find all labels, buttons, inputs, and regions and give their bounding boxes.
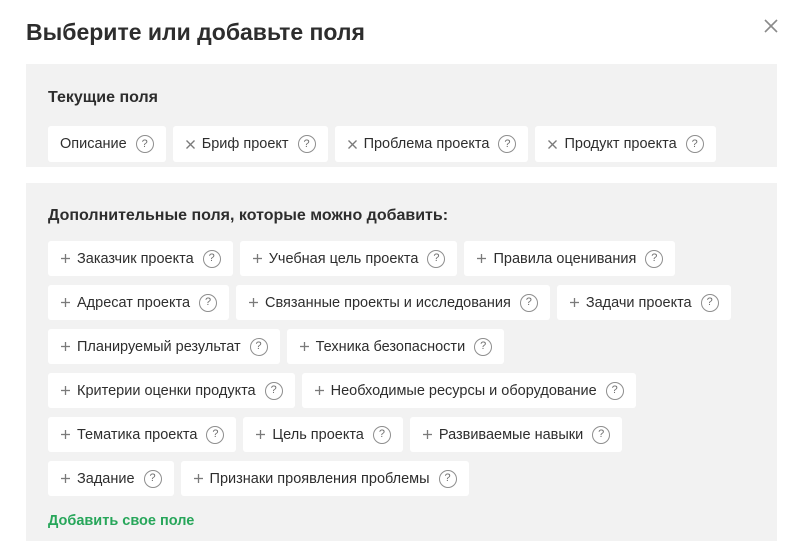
field-chip-label: Заказчик проекта: [77, 250, 194, 267]
plus-icon: [60, 385, 71, 396]
help-icon[interactable]: ?: [199, 293, 218, 312]
close-icon[interactable]: [760, 15, 782, 37]
plus-icon: [422, 429, 433, 440]
plus-icon: [60, 341, 71, 352]
field-picker-dialog: Выберите или добавьте поля Текущие поля …: [0, 0, 800, 541]
field-chip[interactable]: Бриф проект?: [172, 126, 328, 162]
plus-icon: [193, 473, 204, 484]
field-chip[interactable]: Развиваемые навыки?: [409, 417, 623, 452]
field-chip-label: Проблема проекта: [363, 136, 490, 152]
field-chip-label: Цель проекта: [272, 426, 364, 443]
help-icon[interactable]: ?: [372, 425, 391, 444]
help-icon[interactable]: ?: [206, 425, 225, 444]
field-chip-label: Правила оценивания: [493, 250, 637, 267]
field-chip[interactable]: Проблема проекта?: [334, 126, 529, 162]
field-chip-label: Необходимые ресурсы и оборудование: [330, 382, 597, 399]
help-icon[interactable]: ?: [498, 135, 517, 153]
field-chip-label: Задание: [77, 470, 135, 487]
plus-icon: [314, 385, 325, 396]
help-icon[interactable]: ?: [264, 381, 283, 400]
help-icon[interactable]: ?: [700, 293, 719, 312]
field-chip[interactable]: Правила оценивания?: [464, 241, 676, 276]
field-chip[interactable]: Учебная цель проекта?: [239, 241, 458, 276]
help-icon[interactable]: ?: [249, 337, 268, 356]
plus-icon: [569, 297, 580, 308]
dialog-title: Выберите или добавьте поля: [26, 19, 365, 45]
plus-icon: [60, 297, 71, 308]
field-chip[interactable]: Критерии оценки продукта?: [48, 373, 295, 408]
current-fields-list: Описание? Бриф проект? Проблема проекта? Пр…: [48, 126, 751, 162]
field-chip[interactable]: Связанные проекты и исследования?: [236, 285, 550, 320]
help-icon[interactable]: ?: [135, 135, 154, 153]
extra-fields-list: Заказчик проекта? Учебная цель проекта? Пр…: [48, 241, 751, 496]
plus-icon: [255, 429, 266, 440]
field-chip-label: Связанные проекты и исследования: [265, 294, 511, 311]
help-icon[interactable]: ?: [605, 381, 624, 400]
field-chip-label: Адресат проекта: [77, 294, 191, 311]
field-chip[interactable]: Планируемый результат?: [48, 329, 280, 364]
field-chip-label: Продукт проекта: [564, 136, 677, 152]
field-chip-label: Бриф проект: [201, 136, 289, 152]
field-chip[interactable]: Техника безопасности?: [286, 329, 505, 364]
current-fields-section: Текущие поля Описание? Бриф проект? Пробле…: [26, 64, 777, 167]
plus-icon: [60, 253, 71, 264]
add-own-field-link[interactable]: Добавить свое поле: [48, 513, 194, 529]
field-chip[interactable]: Признаки проявления проблемы?: [180, 461, 469, 496]
field-chip[interactable]: Продукт проекта?: [535, 126, 716, 162]
field-chip[interactable]: Задачи проекта?: [556, 285, 731, 320]
plus-icon: [476, 253, 487, 264]
field-chip-label: Описание: [60, 136, 127, 152]
remove-icon[interactable]: [547, 139, 558, 150]
field-chip[interactable]: Тематика проекта?: [48, 417, 237, 452]
field-chip[interactable]: Необходимые ресурсы и оборудование?: [301, 373, 636, 408]
field-chip-label: Планируемый результат: [77, 338, 241, 355]
help-icon[interactable]: ?: [427, 249, 446, 268]
remove-icon[interactable]: [347, 139, 358, 150]
field-chip-label: Критерии оценки продукта: [77, 382, 256, 399]
help-icon[interactable]: ?: [438, 469, 457, 488]
current-fields-title: Текущие поля: [48, 89, 158, 106]
help-icon[interactable]: ?: [297, 135, 316, 153]
field-chip[interactable]: Адресат проекта?: [48, 285, 230, 320]
extra-fields-section: Дополнительные поля, которые можно добав…: [26, 183, 777, 541]
help-icon[interactable]: ?: [202, 249, 221, 268]
field-chip-label: Тематика проекта: [77, 426, 198, 443]
field-chip[interactable]: Описание?: [48, 126, 166, 162]
help-icon[interactable]: ?: [143, 469, 162, 488]
field-chip[interactable]: Заказчик проекта?: [48, 241, 233, 276]
extra-fields-title: Дополнительные поля, которые можно добав…: [48, 207, 449, 224]
plus-icon: [60, 429, 71, 440]
field-chip[interactable]: Цель проекта?: [243, 417, 403, 452]
help-icon[interactable]: ?: [519, 293, 538, 312]
help-icon[interactable]: ?: [685, 135, 704, 153]
plus-icon: [252, 253, 263, 264]
help-icon[interactable]: ?: [474, 337, 493, 356]
field-chip-label: Задачи проекта: [585, 294, 692, 311]
field-chip-label: Признаки проявления проблемы: [209, 470, 430, 487]
remove-icon[interactable]: [185, 139, 196, 150]
plus-icon: [248, 297, 259, 308]
help-icon[interactable]: ?: [592, 425, 611, 444]
plus-icon: [299, 341, 310, 352]
field-chip-label: Развиваемые навыки: [438, 426, 584, 443]
field-chip-label: Учебная цель проекта: [268, 250, 419, 267]
help-icon[interactable]: ?: [645, 249, 664, 268]
field-chip[interactable]: Задание?: [48, 461, 174, 496]
field-chip-label: Техника безопасности: [315, 338, 466, 355]
plus-icon: [60, 473, 71, 484]
